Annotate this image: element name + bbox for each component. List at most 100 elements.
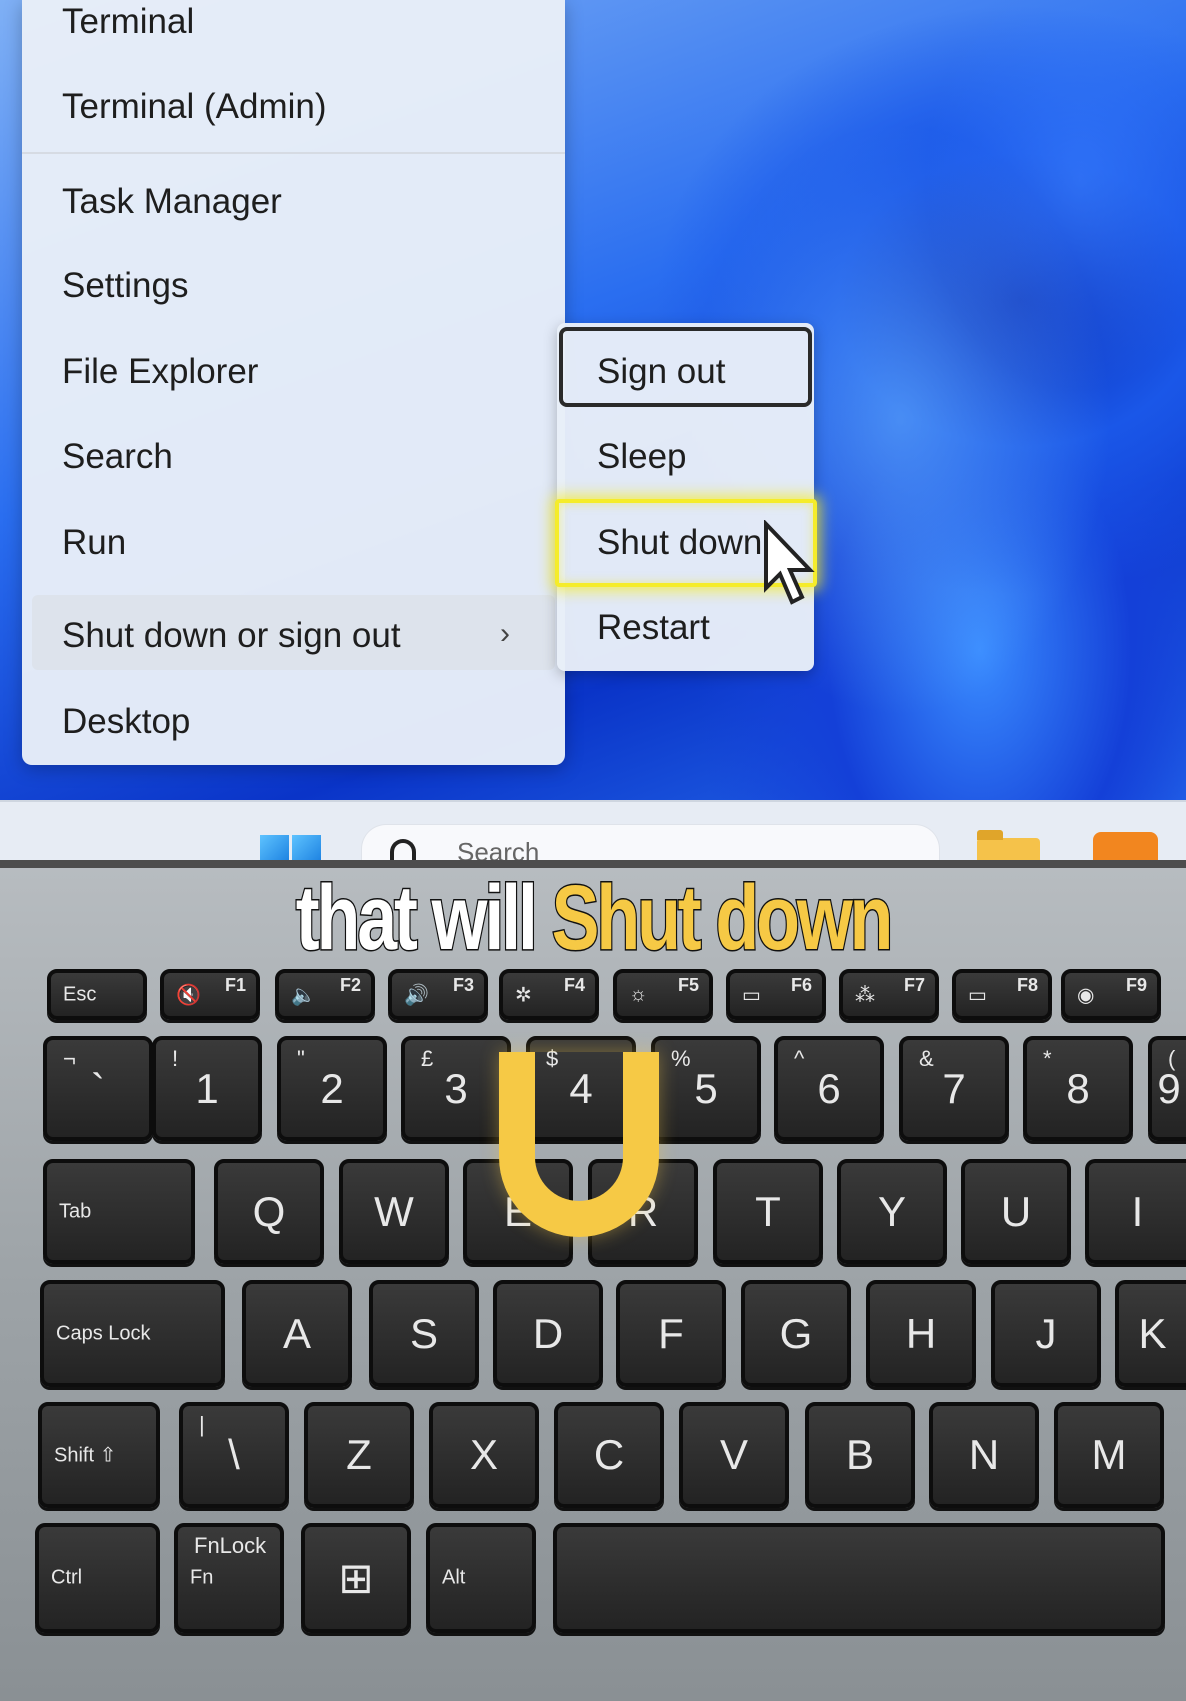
key-label: N	[968, 1431, 1000, 1478]
key-s[interactable]: S	[369, 1280, 479, 1387]
key-k[interactable]: K	[1115, 1280, 1186, 1387]
key-symbol[interactable]: 🔇 F1	[160, 969, 260, 1020]
key-f[interactable]: F	[616, 1280, 726, 1387]
key-n[interactable]: N	[929, 1402, 1039, 1508]
shutdown-submenu: Sign out Sleep Shut down Restart	[555, 323, 817, 671]
desktop-wallpaper: Terminal Terminal (Admin) Task Manager S…	[0, 0, 1186, 865]
key-symbol[interactable]: ⊞	[301, 1523, 411, 1633]
key-symbol[interactable]: 🔈 F2	[275, 969, 375, 1020]
key-label: V	[719, 1431, 748, 1478]
key-3[interactable]: 3 £	[401, 1036, 511, 1141]
key-2[interactable]: 2 "	[277, 1036, 387, 1141]
submenu-item-sleep[interactable]: Sleep	[597, 437, 687, 477]
big-letter-u-overlay	[499, 1052, 659, 1237]
submenu-item-restart[interactable]: Restart	[597, 608, 710, 648]
key-label: Q	[252, 1187, 286, 1235]
key-i[interactable]: I	[1085, 1159, 1186, 1264]
key-symbol[interactable]: ◉ F9	[1061, 969, 1161, 1020]
caption-white-text: that will	[295, 867, 540, 969]
app-icon[interactable]	[1093, 832, 1158, 862]
key-fn-label: F8	[1016, 975, 1038, 995]
key-symbol[interactable]: ` ¬	[43, 1036, 153, 1141]
file-explorer-folder-icon[interactable]	[977, 830, 1040, 862]
key-x[interactable]: X	[429, 1402, 539, 1508]
menu-item-settings[interactable]: Settings	[62, 266, 188, 306]
key-c[interactable]: C	[554, 1402, 664, 1508]
key-fn-label: F5	[677, 975, 699, 995]
key-label: U	[1000, 1187, 1032, 1235]
key-symbol[interactable]: 🔊 F3	[388, 969, 488, 1020]
key-label: J	[1035, 1309, 1057, 1357]
key-fn-label: F9	[1125, 975, 1147, 995]
key-label: B	[845, 1431, 874, 1478]
key-d[interactable]: D	[493, 1280, 603, 1387]
key-symbol[interactable]: ✲ F4	[499, 969, 599, 1020]
key-b[interactable]: B	[805, 1402, 915, 1508]
key-g[interactable]: G	[741, 1280, 851, 1387]
key-shift[interactable]: Shift ⇧	[38, 1402, 160, 1508]
key-label: Shift ⇧	[54, 1444, 117, 1467]
key-label: ⊞	[338, 1554, 374, 1602]
key-a[interactable]: A	[242, 1280, 352, 1387]
menu-item-terminal[interactable]: Terminal	[62, 2, 194, 42]
key-5[interactable]: 5%	[651, 1036, 761, 1141]
menu-item-file-explorer[interactable]: File Explorer	[62, 352, 258, 392]
key-1[interactable]: 1!	[152, 1036, 262, 1141]
key-label: X	[469, 1431, 498, 1478]
key-label: Alt	[442, 1566, 466, 1589]
key-m[interactable]: M	[1054, 1402, 1164, 1508]
key-label: Esc	[63, 983, 97, 1005]
key-shift-label: "	[297, 1046, 305, 1071]
key-capslock[interactable]: Caps Lock	[40, 1280, 225, 1387]
menu-item-terminal-admin[interactable]: Terminal (Admin)	[62, 87, 327, 127]
menu-item-desktop[interactable]: Desktop	[62, 702, 190, 742]
menu-item-shut-down-or-sign-out[interactable]: Shut down or sign out	[62, 616, 401, 656]
key-z[interactable]: Z	[304, 1402, 414, 1508]
key-9[interactable]: 9(	[1148, 1036, 1186, 1141]
key-6[interactable]: 6 ^	[774, 1036, 884, 1141]
taskbar: Search	[0, 800, 1186, 865]
menu-item-task-manager[interactable]: Task Manager	[62, 182, 282, 222]
key-space[interactable]	[553, 1523, 1165, 1633]
key-symbol[interactable]: ▭ F8	[952, 969, 1052, 1020]
key-esc[interactable]: Esc	[47, 969, 147, 1020]
key-symbol[interactable]: ☼ F5	[613, 969, 713, 1020]
key-tab[interactable]: Tab	[43, 1159, 195, 1264]
key-y[interactable]: Y	[837, 1159, 947, 1264]
menu-separator	[22, 152, 565, 154]
submenu-item-shut-down[interactable]: Shut down	[597, 523, 762, 563]
key-t[interactable]: T	[713, 1159, 823, 1264]
key-symbol[interactable]: ▭ F6	[726, 969, 826, 1020]
key-label: \	[228, 1431, 240, 1478]
key-fn[interactable]: Fn FnLock	[174, 1523, 284, 1633]
key-shift-label: *	[1043, 1046, 1052, 1071]
key-w[interactable]: W	[339, 1159, 449, 1264]
chevron-right-icon: ›	[500, 617, 510, 650]
key-label: G	[779, 1309, 813, 1357]
key-label: D	[532, 1309, 564, 1357]
key-label: S	[409, 1309, 438, 1357]
key-fn-label: F2	[339, 975, 361, 995]
key-shift-label: £	[421, 1046, 434, 1071]
key-8[interactable]: 8 *	[1023, 1036, 1133, 1141]
menu-item-search[interactable]: Search	[62, 437, 173, 477]
key-q[interactable]: Q	[214, 1159, 324, 1264]
key-v[interactable]: V	[679, 1402, 789, 1508]
key-symbol[interactable]: \ |	[179, 1402, 289, 1508]
key-7[interactable]: 7 &	[899, 1036, 1009, 1141]
key-shift-label: ¬	[63, 1046, 76, 1071]
key-h[interactable]: H	[866, 1280, 976, 1387]
key-label: Fn	[190, 1566, 214, 1589]
key-alt[interactable]: Alt	[426, 1523, 536, 1633]
menu-item-run[interactable]: Run	[62, 523, 126, 563]
submenu-item-sign-out[interactable]: Sign out	[597, 352, 725, 392]
key-label: Z	[346, 1431, 372, 1478]
key-label: C	[593, 1431, 625, 1478]
key-symbol[interactable]: ⁂ F7	[839, 969, 939, 1020]
key-label: K	[1138, 1309, 1167, 1357]
taskbar-search-input[interactable]: Search	[361, 824, 940, 865]
key-u[interactable]: U	[961, 1159, 1071, 1264]
key-ctrl[interactable]: Ctrl	[35, 1523, 160, 1633]
key-j[interactable]: J	[991, 1280, 1101, 1387]
key-shift-label: (	[1168, 1046, 1176, 1071]
